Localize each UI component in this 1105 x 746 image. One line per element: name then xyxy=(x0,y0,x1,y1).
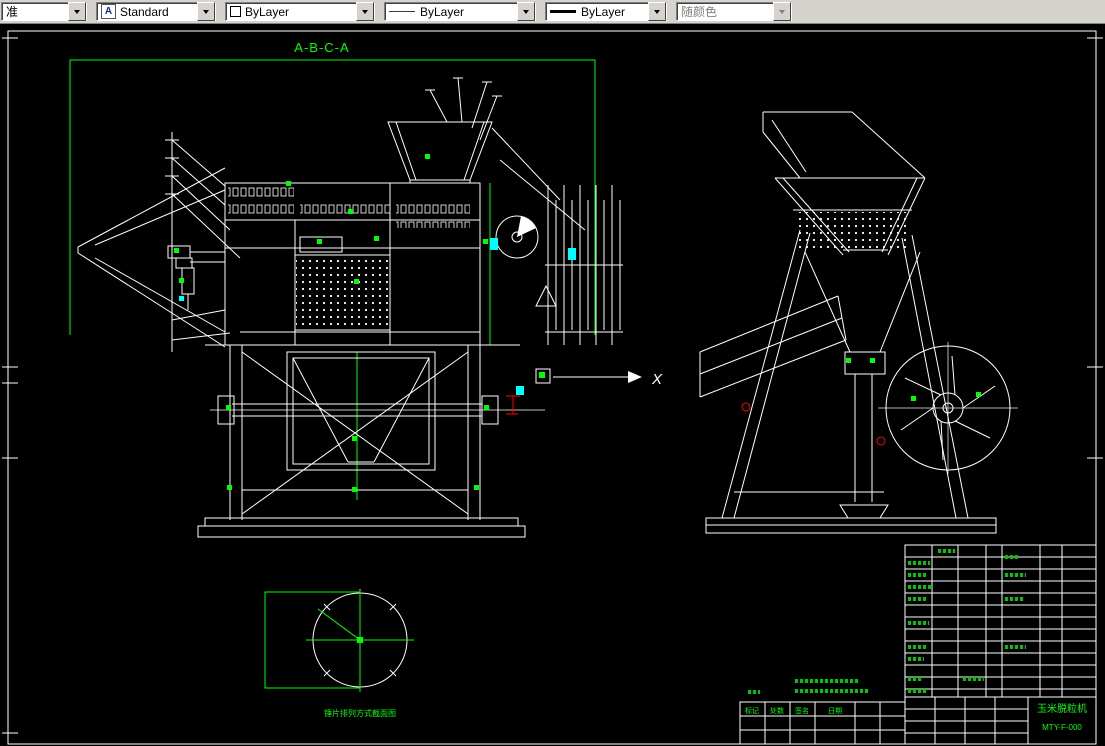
perforated-plate xyxy=(296,256,389,329)
color-combo[interactable]: ByLayer xyxy=(225,2,375,21)
plot-style-combo: 随颜色 xyxy=(676,2,792,21)
vent-slots-left xyxy=(228,184,294,214)
detail-view xyxy=(264,589,414,692)
frame-legs-base xyxy=(197,345,526,538)
linetype-combo-value: ByLayer xyxy=(420,4,465,19)
linetype-combo[interactable]: ByLayer xyxy=(384,2,536,21)
object-properties-toolbar: 准 A Standard ByLayer ByLayer ByLayer 随颜色 xyxy=(0,0,1105,24)
revision-strip xyxy=(739,701,906,745)
text-style-icon: A xyxy=(101,4,116,19)
revision-label: 标记 xyxy=(745,706,759,715)
side-funnel-throat xyxy=(804,251,921,519)
side-view xyxy=(699,111,1018,534)
feed-hopper xyxy=(387,121,493,183)
sheet-frame xyxy=(2,30,1103,745)
text-style-combo-arrow[interactable] xyxy=(197,2,215,21)
side-discharge-chute xyxy=(699,295,847,398)
warning-marks xyxy=(506,395,886,446)
lineweight-sample-icon xyxy=(550,10,576,13)
sieve-section xyxy=(535,185,623,345)
chevron-down-icon xyxy=(523,9,529,14)
chevron-down-icon xyxy=(362,9,368,14)
vent-slots-right xyxy=(396,198,470,228)
main-front-view xyxy=(69,59,642,538)
hopper-grate-hatch xyxy=(796,212,908,248)
layer-combo[interactable]: 准 xyxy=(1,2,87,21)
left-bearing-bracket xyxy=(167,245,225,310)
plot-style-combo-value: 随颜色 xyxy=(681,5,718,19)
layer-combo-value: 准 xyxy=(6,5,19,19)
green-centerlines xyxy=(356,183,491,500)
text-style-combo-value: Standard xyxy=(120,4,169,19)
section-label: A-B-C-A xyxy=(294,40,349,55)
color-combo-arrow[interactable] xyxy=(356,2,374,21)
chevron-down-icon xyxy=(74,9,80,14)
lineweight-combo-arrow[interactable] xyxy=(648,2,666,21)
linetype-combo-arrow[interactable] xyxy=(517,2,535,21)
vent-slots-middle xyxy=(300,204,390,216)
chevron-down-icon xyxy=(203,9,209,14)
titleblock-title: 玉米脱粒机 xyxy=(1037,702,1087,715)
axis-arrow xyxy=(535,368,642,384)
axis-label: X xyxy=(651,371,663,388)
chevron-down-icon xyxy=(654,9,660,14)
table-text-marks xyxy=(748,549,1026,694)
detail-caption: 锤片排列方式截面图 xyxy=(324,708,396,718)
titleblock-drawing-no: MTY-F-000 xyxy=(1042,723,1082,732)
text-style-combo[interactable]: A Standard xyxy=(96,2,216,21)
discharge-hopper xyxy=(286,351,436,471)
left-funnel xyxy=(77,167,226,348)
pulley xyxy=(495,215,539,259)
plot-style-combo-arrow xyxy=(773,2,791,21)
chevron-down-icon xyxy=(779,9,785,14)
revision-label: 日期 xyxy=(828,707,842,715)
shaft-assembly xyxy=(210,395,545,425)
revision-label: 处数 xyxy=(770,706,784,715)
arrowhead-icon xyxy=(628,371,642,383)
lineweight-combo[interactable]: ByLayer xyxy=(545,2,667,21)
cad-drawing: A-B-C-A X 锤片排列方式截面图 玉米脱粒机 MTY-F-000 标记 处… xyxy=(2,30,1103,745)
fan-wheel xyxy=(878,342,1018,474)
drawing-canvas[interactable]: A-B-C-A X 锤片排列方式截面图 玉米脱粒机 MTY-F-000 标记 处… xyxy=(0,24,1105,746)
color-swatch-icon xyxy=(230,6,241,17)
lineweight-combo-value: ByLayer xyxy=(581,4,626,19)
layer-combo-arrow[interactable] xyxy=(68,2,86,21)
side-base xyxy=(705,517,997,534)
linetype-sample-icon xyxy=(389,11,415,12)
color-combo-value: ByLayer xyxy=(245,4,290,19)
revision-label: 签名 xyxy=(795,706,809,715)
